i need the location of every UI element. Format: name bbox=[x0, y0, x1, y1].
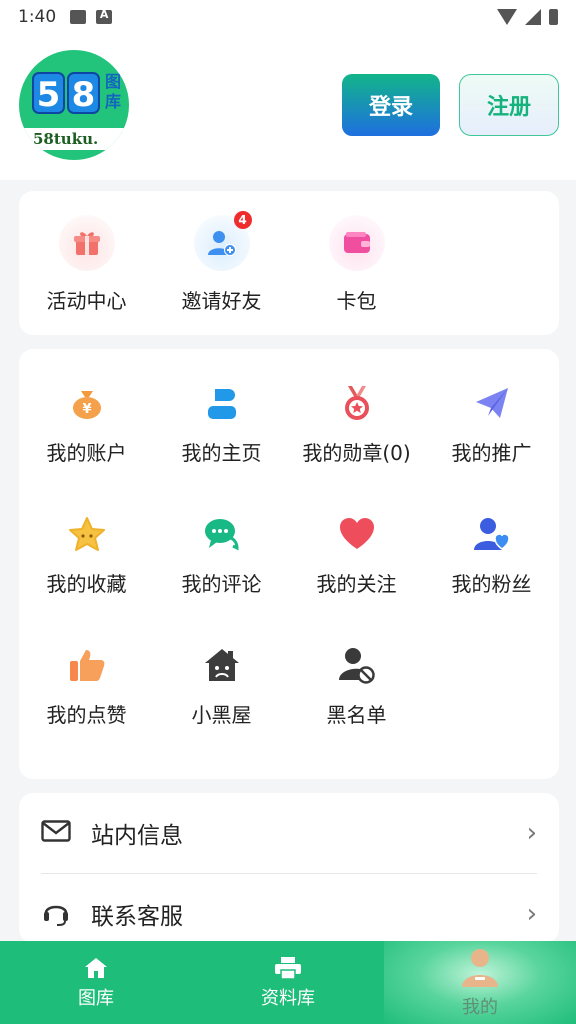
tab-label: 我的 bbox=[462, 996, 498, 1018]
blocked-user-icon bbox=[337, 645, 377, 685]
grid-item-my-homepage[interactable]: 我的主页 bbox=[154, 383, 289, 466]
quick-action-label: 邀请好友 bbox=[181, 289, 262, 313]
grid-item-label: 我的点赞 bbox=[46, 703, 127, 727]
bottom-tab-bar: 图库 资料库 我的 bbox=[0, 941, 576, 1024]
quick-action-label: 卡包 bbox=[336, 289, 377, 313]
person-icon bbox=[202, 383, 242, 423]
chat-icon bbox=[202, 514, 242, 554]
tab-label: 图库 bbox=[78, 987, 114, 1009]
gift-icon bbox=[58, 215, 115, 271]
headset-icon bbox=[41, 897, 71, 931]
status-time: 1:40 bbox=[18, 7, 57, 27]
wallet-icon bbox=[328, 215, 385, 271]
profile-header: 5 8 图库 58tuku. 登录 注册 bbox=[0, 34, 576, 180]
chevron-right-icon: › bbox=[526, 818, 537, 848]
grid-item-label: 我的主页 bbox=[181, 441, 262, 465]
quick-actions-card: 活动中心 4 邀请好友 卡包 bbox=[19, 191, 559, 335]
grid-item-label: 我的关注 bbox=[316, 572, 397, 596]
menu-row-label: 站内信息 bbox=[91, 823, 183, 849]
grid-item-dark-room[interactable]: 小黑屋 bbox=[154, 645, 289, 728]
tab-gallery[interactable]: 图库 bbox=[0, 941, 192, 1024]
grid-item-label: 我的粉丝 bbox=[451, 572, 532, 596]
grid-item-my-comments[interactable]: 我的评论 bbox=[154, 514, 289, 597]
battery-icon bbox=[549, 9, 558, 25]
a-notification-icon bbox=[96, 8, 113, 24]
grid-item-label: 我的账户 bbox=[46, 441, 127, 465]
cellular-signal-icon bbox=[525, 9, 541, 25]
grid-item-my-likes[interactable]: 我的点赞 bbox=[19, 645, 154, 728]
logo-digit: 5 bbox=[32, 72, 65, 115]
grid-item-label: 我的勋章(0) bbox=[302, 441, 411, 465]
tab-label: 资料库 bbox=[261, 987, 315, 1009]
mail-icon bbox=[41, 820, 71, 846]
menu-list-card: 站内信息 › 联系客服 › bbox=[19, 793, 559, 943]
quick-action-card-wallet[interactable]: 卡包 bbox=[289, 215, 424, 314]
grid-item-label: 黑名单 bbox=[326, 703, 387, 727]
invite-count-badge: 4 bbox=[233, 211, 252, 229]
my-features-card: ¥ 我的账户 我的主页 我的勋章(0) 我的推广 我的收藏 我的评论 我的关注 … bbox=[19, 349, 559, 779]
svg-text:¥: ¥ bbox=[82, 402, 91, 417]
quick-action-activity-center[interactable]: 活动中心 bbox=[19, 215, 154, 314]
logo-footer-text: 58tuku. bbox=[19, 128, 129, 150]
chevron-right-icon: › bbox=[526, 899, 537, 929]
printer-icon bbox=[275, 956, 301, 980]
grid-item-my-following[interactable]: 我的关注 bbox=[289, 514, 424, 597]
register-button[interactable]: 注册 bbox=[459, 74, 559, 136]
grid-item-blacklist[interactable]: 黑名单 bbox=[289, 645, 424, 728]
grid-item-my-account[interactable]: ¥ 我的账户 bbox=[19, 383, 154, 466]
grid-item-my-fans[interactable]: 我的粉丝 bbox=[424, 514, 559, 597]
grid-item-my-favorites[interactable]: 我的收藏 bbox=[19, 514, 154, 597]
app-logo: 5 8 图库 58tuku. bbox=[19, 50, 129, 160]
profile-icon bbox=[462, 948, 498, 987]
login-button[interactable]: 登录 bbox=[342, 74, 440, 136]
tab-database[interactable]: 资料库 bbox=[192, 941, 384, 1024]
paper-plane-icon bbox=[472, 383, 512, 423]
image-notification-icon bbox=[70, 10, 87, 24]
menu-row-contact-support[interactable]: 联系客服 › bbox=[19, 874, 559, 943]
heart-icon bbox=[337, 514, 377, 554]
fans-icon bbox=[472, 514, 512, 554]
grid-item-label: 我的推广 bbox=[451, 441, 532, 465]
logo-digit: 8 bbox=[67, 72, 100, 115]
grid-item-my-promotion[interactable]: 我的推广 bbox=[424, 383, 559, 466]
sad-house-icon bbox=[202, 645, 242, 685]
money-bag-icon: ¥ bbox=[67, 383, 107, 423]
grid-item-label: 我的收藏 bbox=[46, 572, 127, 596]
thumbs-up-icon bbox=[67, 645, 107, 685]
star-icon bbox=[67, 514, 107, 554]
grid-item-label: 小黑屋 bbox=[191, 703, 252, 727]
menu-row-site-messages[interactable]: 站内信息 › bbox=[19, 793, 559, 873]
medal-icon bbox=[337, 383, 377, 423]
wifi-icon bbox=[497, 9, 517, 25]
grid-item-label: 我的评论 bbox=[181, 572, 262, 596]
home-icon bbox=[85, 957, 107, 978]
quick-action-label: 活动中心 bbox=[46, 289, 127, 313]
logo-side-text: 图库 bbox=[105, 72, 122, 111]
add-user-icon: 4 bbox=[193, 211, 252, 271]
menu-row-label: 联系客服 bbox=[91, 904, 183, 930]
status-bar: 1:40 bbox=[0, 0, 576, 34]
grid-item-my-medals[interactable]: 我的勋章(0) bbox=[289, 383, 424, 466]
tab-mine[interactable]: 我的 bbox=[384, 941, 576, 1024]
quick-action-invite-friends[interactable]: 4 邀请好友 bbox=[154, 211, 289, 314]
